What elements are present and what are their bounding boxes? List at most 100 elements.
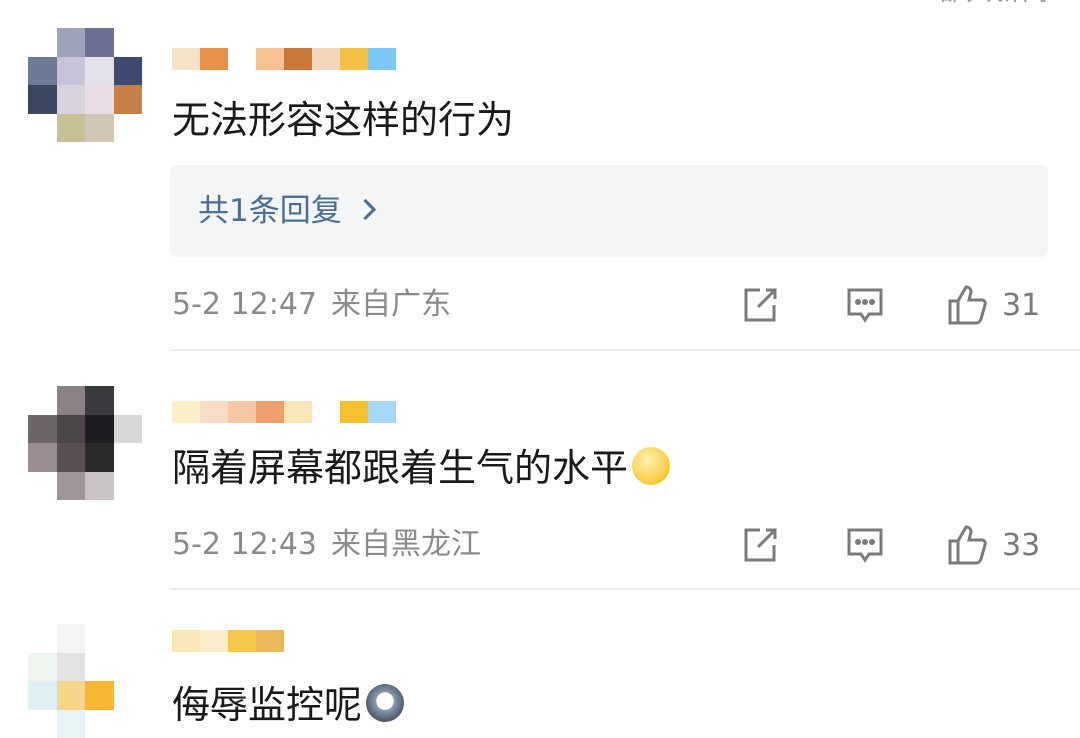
username-pixel: [200, 401, 228, 423]
comment-location: 来自广东: [331, 287, 451, 322]
username-pixel: [368, 48, 396, 70]
thinking-emoji-icon: [632, 447, 670, 485]
username-pixel: [228, 48, 256, 70]
comment-location: 来自黑龙江: [331, 527, 481, 562]
like-count: 31: [1002, 288, 1040, 323]
avatar-pixel: [114, 114, 143, 143]
avatar-pixel: [57, 472, 86, 501]
username-pixel: [368, 401, 396, 423]
username-pixel: [312, 48, 340, 70]
username-pixel: [200, 630, 228, 652]
avatar-pixel: [28, 443, 57, 472]
thumbs-up-icon: [946, 523, 990, 567]
avatar-pixel: [114, 653, 143, 682]
username-pixel: [200, 48, 228, 70]
username-pixel: [228, 401, 256, 423]
username-pixel: [284, 48, 312, 70]
comment-meta: 5-2 12:43 来自黑龙江: [172, 525, 481, 565]
avatar-pixel: [114, 28, 143, 57]
avatar-pixel: [28, 710, 57, 738]
thumbs-up-icon: [946, 283, 990, 327]
comment-text: 侮辱监控呢: [172, 680, 404, 730]
avatar-pixel: [57, 85, 86, 114]
avatar[interactable]: [28, 28, 142, 142]
avatar-pixel: [28, 57, 57, 86]
avatar-pixel: [85, 681, 114, 710]
avatar[interactable]: [28, 624, 142, 738]
avatar-pixel: [57, 57, 86, 86]
avatar-pixel: [114, 472, 143, 501]
username-pixel: [312, 401, 340, 423]
avatar-pixel: [28, 653, 57, 682]
avatar-pixel: [85, 710, 114, 738]
avatar-pixel: [28, 28, 57, 57]
avatar-pixel: [85, 653, 114, 682]
avatar-pixel: [85, 28, 114, 57]
like-button[interactable]: 33: [946, 523, 1040, 567]
avatar-pixel: [114, 624, 143, 653]
share-icon[interactable]: [740, 525, 780, 565]
avatar-pixel: [57, 114, 86, 143]
comment-meta: 5-2 12:47 来自广东: [172, 285, 451, 325]
username-pixel: [172, 401, 200, 423]
avatar-pixel: [28, 415, 57, 444]
avatar-pixel: [57, 653, 86, 682]
username-blurred[interactable]: [172, 618, 284, 664]
username-blurred[interactable]: [172, 36, 396, 82]
avatar[interactable]: [28, 386, 142, 500]
like-button[interactable]: 31: [946, 283, 1040, 327]
view-replies-link[interactable]: 共1条回复: [198, 165, 373, 257]
avatar-pixel: [85, 114, 114, 143]
share-icon[interactable]: [740, 285, 780, 325]
avatar-pixel: [28, 624, 57, 653]
comment-time: 5-2 12:47: [172, 287, 317, 322]
chevron-right-icon: [355, 199, 376, 220]
avatar-pixel: [114, 85, 143, 114]
avatar-pixel: [114, 386, 143, 415]
like-count: 33: [1002, 528, 1040, 563]
avatar-pixel: [85, 624, 114, 653]
husky-emoji-icon: [366, 684, 404, 722]
avatar-pixel: [114, 443, 143, 472]
avatar-pixel: [114, 57, 143, 86]
username-pixel: [256, 48, 284, 70]
reply-icon[interactable]: [845, 285, 885, 325]
avatar-pixel: [85, 472, 114, 501]
watermark: ≋ 都只新闻: [904, 0, 1050, 8]
divider: [170, 349, 1080, 351]
avatar-pixel: [114, 415, 143, 444]
username-pixel: [256, 401, 284, 423]
avatar-pixel: [57, 710, 86, 738]
avatar-pixel: [57, 443, 86, 472]
reply-icon[interactable]: [845, 525, 885, 565]
avatar-pixel: [57, 415, 86, 444]
avatar-pixel: [57, 386, 86, 415]
username-pixel: [228, 630, 256, 652]
username-blurred[interactable]: [172, 389, 396, 435]
comment-text: 隔着屏幕都跟着生气的水平: [172, 443, 670, 493]
avatar-pixel: [28, 472, 57, 501]
avatar-pixel: [28, 114, 57, 143]
username-pixel: [172, 48, 200, 70]
comment-time: 5-2 12:43: [172, 527, 317, 562]
username-pixel: [340, 48, 368, 70]
avatar-pixel: [57, 624, 86, 653]
replies-label: 共1条回复: [198, 193, 342, 229]
avatar-pixel: [85, 57, 114, 86]
replies-box[interactable]: 共1条回复: [170, 165, 1048, 257]
avatar-pixel: [57, 681, 86, 710]
divider: [170, 588, 1080, 590]
username-pixel: [340, 401, 368, 423]
username-pixel: [284, 401, 312, 423]
username-pixel: [256, 630, 284, 652]
avatar-pixel: [28, 386, 57, 415]
comment-text: 无法形容这样的行为: [172, 95, 514, 145]
avatar-pixel: [114, 681, 143, 710]
avatar-pixel: [85, 386, 114, 415]
avatar-pixel: [85, 85, 114, 114]
avatar-pixel: [85, 415, 114, 444]
username-pixel: [172, 630, 200, 652]
avatar-pixel: [114, 710, 143, 738]
avatar-pixel: [28, 85, 57, 114]
avatar-pixel: [28, 681, 57, 710]
